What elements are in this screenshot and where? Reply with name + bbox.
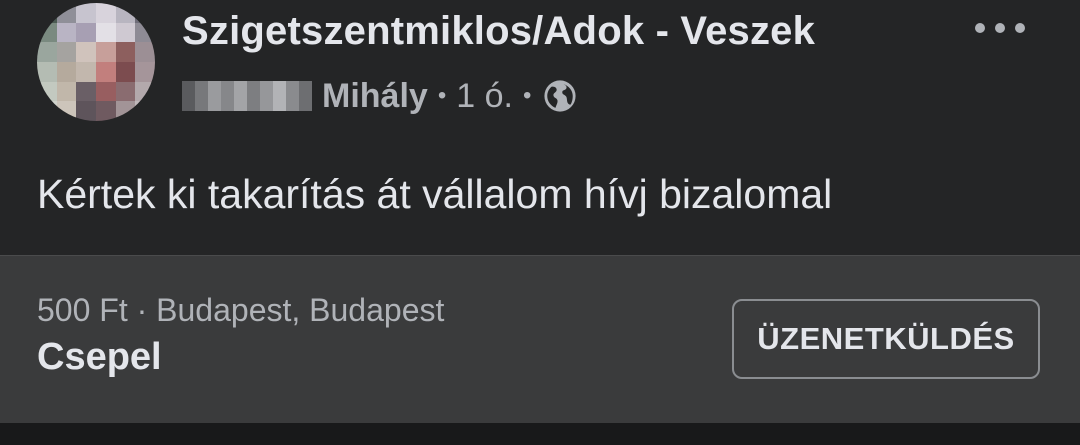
marketplace-listing[interactable]: 500 Ft · Budapest, Budapest Csepel ÜZENE… xyxy=(0,255,1080,424)
author-name-link[interactable]: Mihály xyxy=(322,77,428,116)
feed-divider xyxy=(0,423,1080,445)
more-options-icon[interactable] xyxy=(972,16,1028,40)
post-timestamp[interactable]: 1 ó. xyxy=(456,77,513,116)
avatar[interactable] xyxy=(37,3,155,121)
globe-icon xyxy=(544,80,576,112)
send-message-button[interactable]: ÜZENETKÜLDÉS xyxy=(732,299,1040,379)
meta-separator: • xyxy=(437,82,447,109)
group-name-link[interactable]: Szigetszentmiklos/Adok - Veszek xyxy=(182,9,815,54)
post-meta: Mihály • 1 ó. • xyxy=(182,72,577,120)
listing-price-location: 500 Ft · Budapest, Budapest xyxy=(37,292,445,328)
meta-separator: • xyxy=(522,82,532,109)
post-message: Kértek ki takarítás át vállalom hívj biz… xyxy=(37,171,833,217)
redacted-author-name xyxy=(182,81,312,111)
post-card: Szigetszentmiklos/Adok - Veszek Mihály •… xyxy=(0,0,1080,255)
listing-title: Csepel xyxy=(37,336,162,378)
